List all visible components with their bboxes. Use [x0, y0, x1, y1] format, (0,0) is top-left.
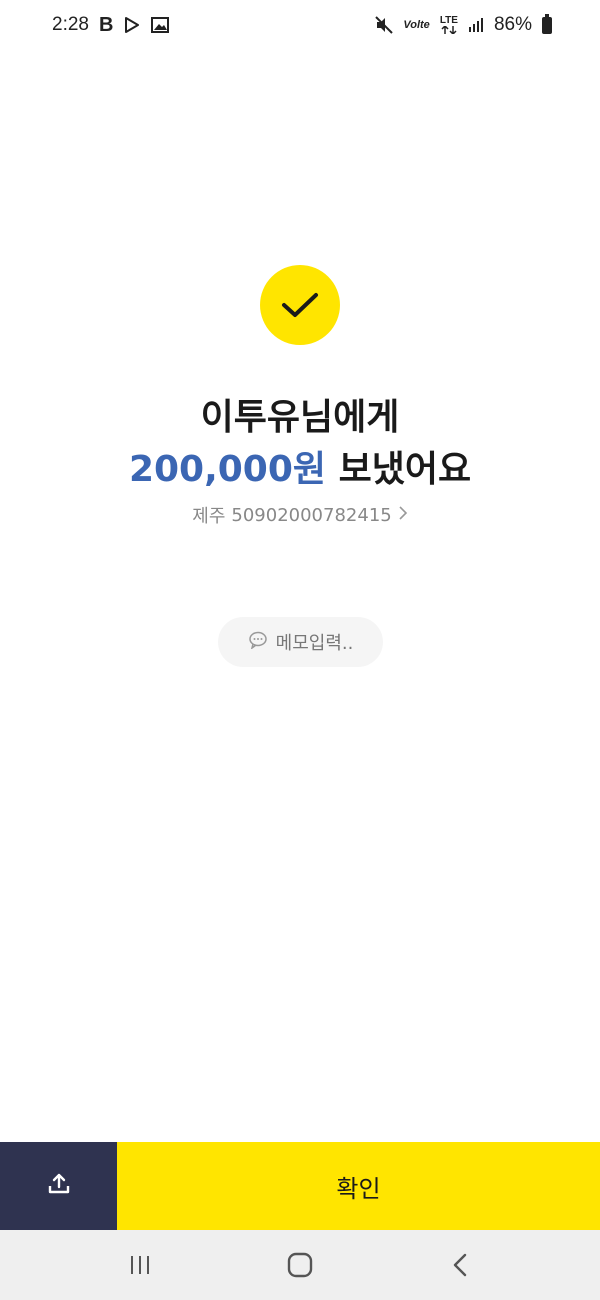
battery-icon	[542, 13, 552, 34]
app-b-icon: B	[98, 13, 114, 36]
home-button[interactable]	[270, 1235, 330, 1295]
status-right: Volte LTE 86%	[375, 13, 552, 36]
screen: 2:28 B Volte LTE 86% 이투유님에게 200,000원 보냈어…	[0, 0, 600, 1300]
play-store-icon	[123, 16, 141, 34]
signal-icon	[468, 17, 484, 33]
status-bar: 2:28 B Volte LTE 86%	[0, 0, 600, 50]
success-check-icon	[260, 265, 340, 345]
sent-suffix: 보냈어요	[338, 449, 472, 490]
memo-placeholder: 메모입력..	[275, 633, 354, 654]
status-left: 2:28 B	[52, 13, 170, 37]
transfer-amount: 200,000원	[128, 449, 327, 490]
battery-percent: 86%	[493, 14, 532, 35]
share-upload-icon	[47, 1172, 71, 1200]
lte-icon: LTE	[440, 16, 458, 34]
speech-bubble-icon	[248, 631, 268, 654]
recipient-line: 이투유님에게	[200, 397, 400, 438]
recent-apps-button[interactable]	[110, 1235, 170, 1295]
bank-name: 제주	[192, 506, 226, 527]
amount-line: 200,000원 보냈어요	[0, 444, 600, 496]
confirm-button[interactable]: 확인	[117, 1142, 600, 1230]
mute-icon	[375, 16, 394, 34]
lte-label: LTE	[439, 15, 458, 26]
account-number: 50902000782415	[231, 504, 392, 526]
result-headline: 이투유님에게 200,000원 보냈어요	[0, 392, 600, 496]
chevron-right-icon	[398, 505, 408, 526]
memo-input-button[interactable]: 메모입력..	[218, 617, 383, 667]
volte-label: Volte	[403, 19, 430, 31]
account-info-link[interactable]: 제주 50902000782415	[0, 502, 600, 528]
status-time: 2:28	[52, 14, 89, 35]
bottom-action-bar: 확인	[0, 1142, 600, 1230]
gallery-icon	[151, 17, 170, 33]
system-nav-bar	[0, 1230, 600, 1300]
share-button[interactable]	[0, 1142, 117, 1230]
back-button[interactable]	[430, 1235, 490, 1295]
